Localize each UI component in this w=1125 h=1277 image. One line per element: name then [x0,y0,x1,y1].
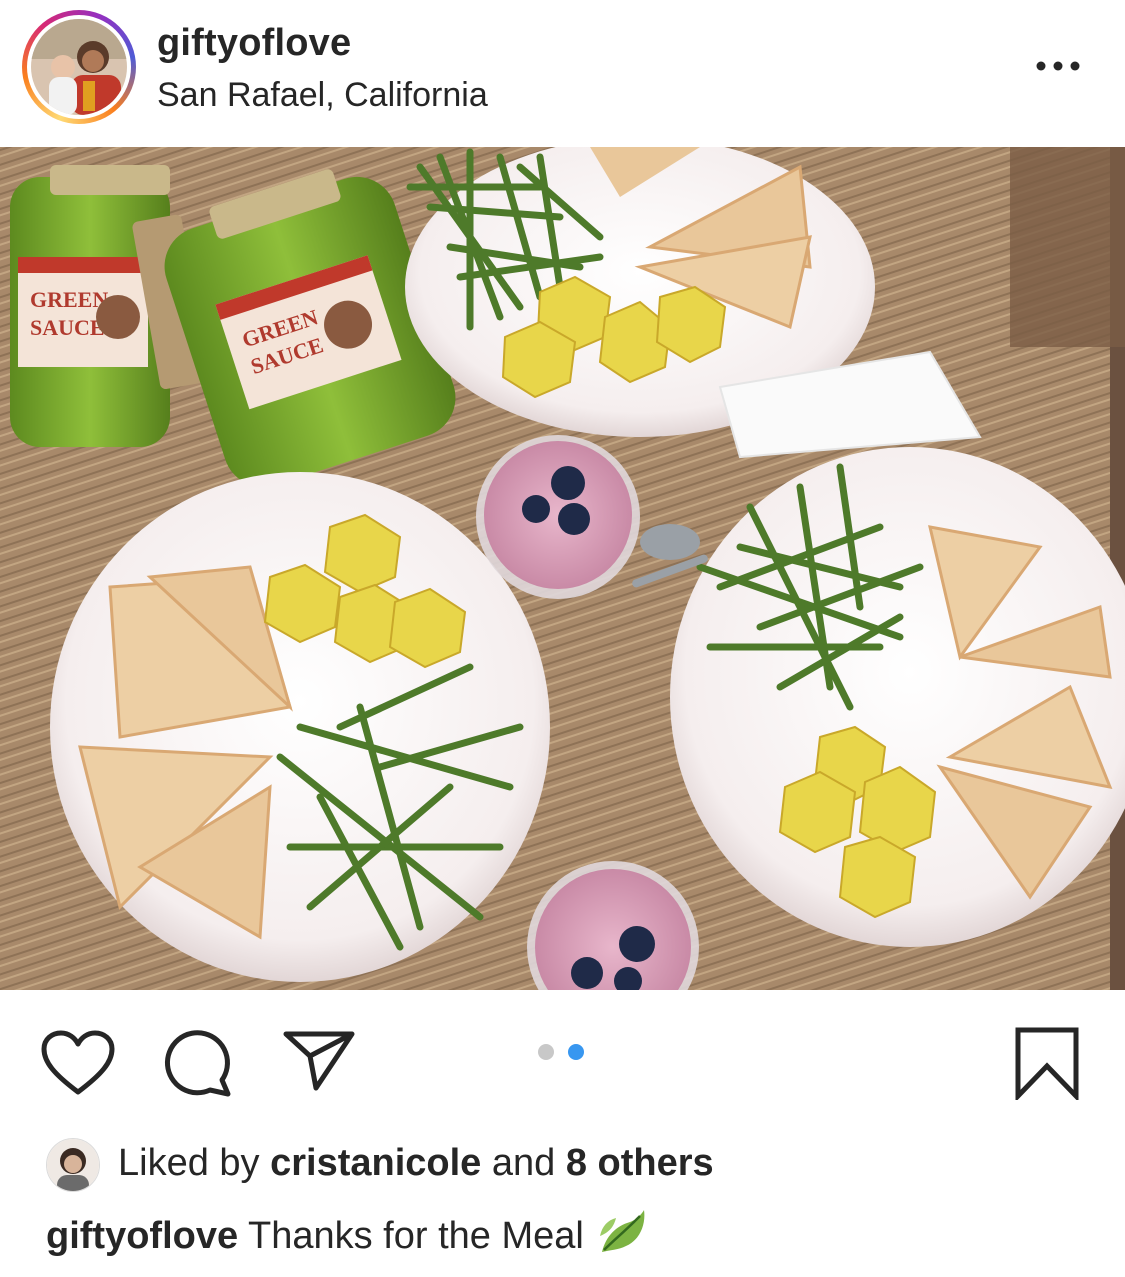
liker-avatar[interactable] [46,1138,100,1192]
post-location[interactable]: San Rafael, California [157,76,488,115]
avatar-photo [31,19,127,115]
caption-username[interactable]: giftyoflove [46,1215,238,1257]
avatar[interactable] [31,19,127,115]
heart-icon[interactable] [40,1030,116,1101]
comment-icon[interactable] [160,1026,236,1103]
post-username[interactable]: giftyoflove [157,22,351,65]
post-photo[interactable]: GREEN SAUCE GREEN SAUCE [0,147,1125,990]
bookmark-icon[interactable] [1012,1026,1082,1105]
story-ring[interactable] [22,10,136,124]
avatar-border [27,15,131,119]
svg-text:SAUCE: SAUCE [30,315,105,340]
post-header: giftyoflove San Rafael, California [0,0,1125,147]
food-photo: GREEN SAUCE GREEN SAUCE [0,147,1125,990]
leaf-icon [596,1206,648,1258]
likes-text: Liked by cristanicole and 8 others [118,1142,714,1185]
likes-middle: and [481,1142,566,1184]
post-caption: giftyoflove Thanks for the Meal [46,1210,648,1264]
svg-text:GREEN: GREEN [30,287,108,312]
likes-others[interactable]: 8 others [566,1142,714,1184]
likes-prefix: Liked by [118,1142,271,1184]
likes-row: Liked by cristanicole and 8 others [0,1130,1125,1200]
carousel-dot-1 [538,1044,554,1060]
carousel-dot-2 [568,1044,584,1060]
plate-left [50,472,550,982]
carousel-indicator [538,1044,588,1064]
caption-text: Thanks for the Meal [238,1215,584,1258]
post-actions [0,990,1125,1120]
liked-by-user[interactable]: cristanicole [270,1142,481,1184]
smoothie-top [476,435,640,599]
more-options-icon[interactable] [1028,50,1088,80]
send-icon[interactable] [282,1028,356,1097]
